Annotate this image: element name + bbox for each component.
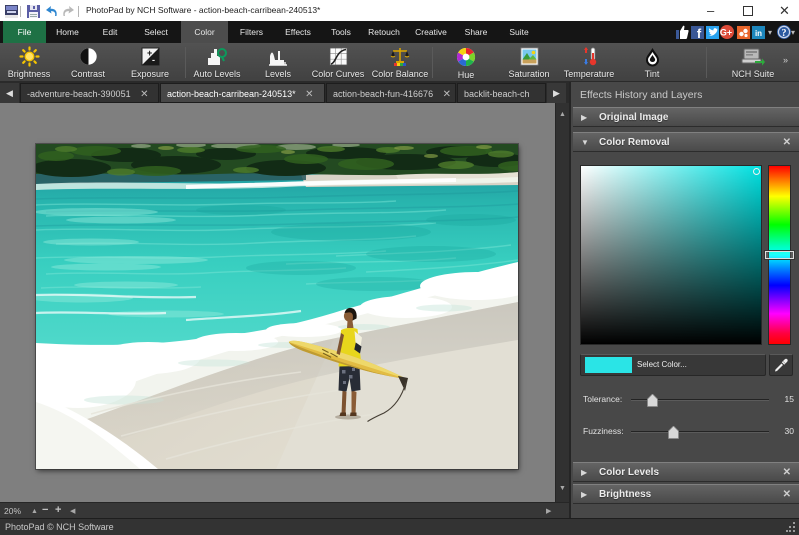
svg-text:?: ?: [782, 28, 787, 39]
svg-text:in: in: [755, 29, 762, 38]
svg-text:f: f: [697, 26, 702, 39]
svg-text:-: -: [152, 55, 155, 65]
svg-text:G+: G+: [720, 28, 732, 38]
